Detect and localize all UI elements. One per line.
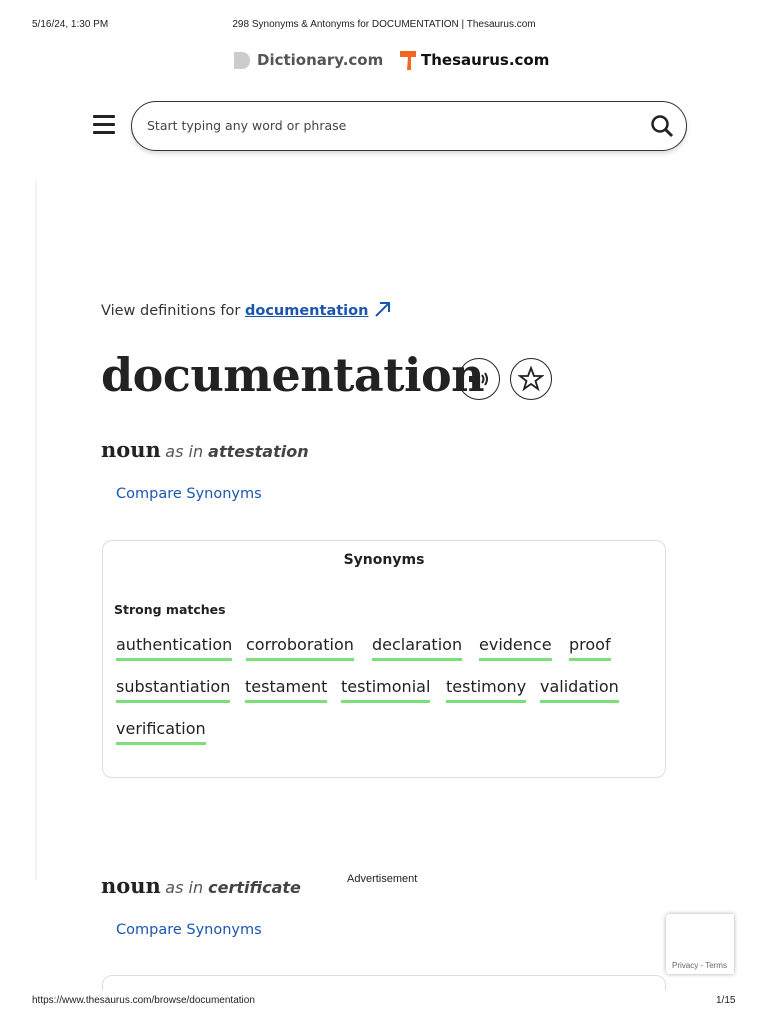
external-arrow-icon [375,302,391,317]
synonym-link[interactable]: verification [116,719,206,745]
search-input[interactable]: Start typing any word or phrase [131,101,687,151]
print-url: https://www.thesaurus.com/browse/documen… [32,995,255,1006]
synonym-link[interactable]: evidence [479,635,552,661]
view-definitions-label: View definitions for [101,303,245,319]
compare-synonyms-link[interactable]: Compare Synonyms [116,486,262,502]
speaker-icon [469,371,488,387]
sense-heading-1: noun as in attestation [101,437,309,462]
thesaurus-logo-icon [400,51,416,70]
compare-synonyms-link[interactable]: Compare Synonyms [116,922,262,938]
star-icon [518,366,544,392]
dictionary-logo-icon [234,52,250,69]
print-title: 298 Synonyms & Antonyms for DOCUMENTATIO… [232,19,536,30]
search-icon[interactable] [650,114,674,138]
strong-matches-label: Strong matches [114,602,226,617]
search-placeholder: Start typing any word or phrase [147,118,347,133]
synonyms-card: Synonyms Strong matches authentication c… [102,540,666,778]
sense-word: attestation [208,442,309,461]
definition-link[interactable]: documentation [245,303,368,319]
view-definitions: View definitions for documentation [101,300,391,319]
favorite-button[interactable] [510,358,552,400]
synonym-link[interactable]: testimony [446,677,527,703]
synonym-link[interactable]: authentication [116,635,233,661]
headword: documentation [101,348,485,402]
thesaurus-link[interactable]: Thesaurus.com [421,51,549,69]
divider [35,180,37,880]
synonym-link[interactable]: substantiation [116,677,231,703]
print-page-number: 1/15 [716,995,736,1006]
synonym-link[interactable]: declaration [372,635,463,661]
synonym-link[interactable]: validation [540,677,619,703]
as-in-label: as in [165,878,204,897]
menu-icon[interactable] [93,115,115,139]
synonym-link[interactable]: testament [245,677,328,703]
part-of-speech: noun [101,873,161,898]
synonym-link[interactable]: testimonial [341,677,431,703]
synonym-link[interactable]: proof [569,635,611,661]
sense-heading-2: noun as in certificate [101,873,301,898]
part-of-speech: noun [101,437,161,462]
card-title: Synonyms [343,552,425,568]
synonym-link[interactable]: corroboration [246,635,354,661]
recaptcha-badge[interactable]: Privacy - Terms [666,914,734,974]
recaptcha-links[interactable]: Privacy - Terms [672,961,727,970]
pronounce-button[interactable] [458,358,500,400]
as-in-label: as in [165,442,204,461]
dictionary-link[interactable]: Dictionary.com [257,51,383,69]
sense-word: certificate [208,878,301,897]
advertisement-label: Advertisement [347,873,418,885]
